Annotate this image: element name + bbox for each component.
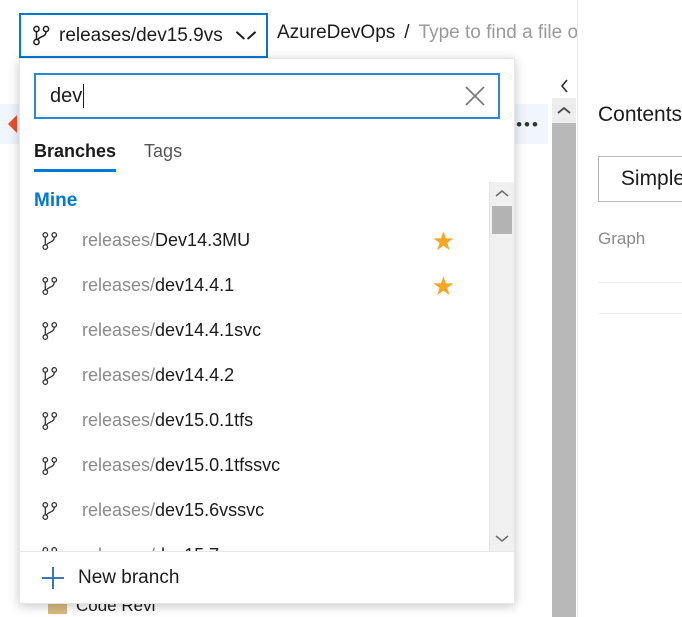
chevron-down-icon bbox=[238, 31, 254, 40]
branch-icon bbox=[42, 276, 58, 296]
chevron-up-icon bbox=[557, 102, 571, 120]
page-scrollbar[interactable] bbox=[552, 98, 576, 617]
branch-list-item-name: releases/dev15.0.1tfssvc bbox=[82, 455, 281, 475]
graph-label: Graph bbox=[598, 229, 646, 248]
branch-list-item-name: releases/dev14.4.2 bbox=[82, 365, 235, 385]
branch-icon bbox=[42, 546, 58, 551]
page-scroll-up-button[interactable] bbox=[552, 98, 576, 123]
branch-icon bbox=[33, 25, 50, 46]
branch-list-item[interactable]: releases/dev15.7 ★ bbox=[20, 533, 489, 551]
scrollbar-thumb[interactable] bbox=[492, 206, 512, 234]
branch-list-item-name: releases/dev14.4.1svc bbox=[82, 320, 262, 340]
branch-list: Mine releases/Dev14.3MU ★ releases/dev14… bbox=[20, 182, 489, 551]
favorite-star-icon[interactable]: ★ bbox=[432, 228, 455, 254]
row-more-actions-button[interactable]: ••• bbox=[514, 112, 542, 136]
close-icon bbox=[462, 83, 488, 109]
tab-branches[interactable]: Branches bbox=[34, 141, 117, 172]
branch-list-area: Mine releases/Dev14.3MU ★ releases/dev14… bbox=[20, 182, 514, 551]
app-root: ••• Code Revi releases/dev15.9vs AzureDe… bbox=[0, 0, 682, 617]
page-scrollbar-thumb[interactable] bbox=[552, 123, 576, 617]
chevron-up-icon bbox=[495, 185, 509, 203]
collapse-panel-button[interactable] bbox=[552, 78, 576, 98]
chevron-down-icon bbox=[495, 530, 509, 548]
branch-selector-label: releases/dev15.9vs bbox=[59, 24, 223, 46]
branch-list-item-name: releases/dev15.0.1tfs bbox=[82, 410, 254, 430]
new-branch-label: New branch bbox=[78, 566, 180, 588]
branch-icon bbox=[42, 501, 58, 521]
branch-list-item[interactable]: releases/Dev14.3MU ★ bbox=[20, 218, 489, 263]
scroll-down-button[interactable] bbox=[490, 527, 514, 551]
branch-group-header: Mine bbox=[34, 190, 78, 211]
branch-picker-popup: dev Branches Tags Mine releases/Dev14.3M… bbox=[19, 58, 515, 604]
branch-icon bbox=[42, 411, 58, 431]
branch-list-item-name: releases/dev14.4.1 bbox=[82, 275, 235, 295]
branch-icon bbox=[42, 321, 58, 341]
panel-divider bbox=[598, 313, 682, 314]
branch-list-item[interactable]: releases/dev15.6vssvc ★ bbox=[20, 488, 489, 533]
simple-view-button[interactable]: Simple bbox=[598, 156, 682, 202]
branch-search-field[interactable]: dev bbox=[34, 73, 500, 119]
branch-list-item[interactable]: releases/dev15.0.1tfs ★ bbox=[20, 398, 489, 443]
breadcrumb-separator: / bbox=[404, 22, 410, 43]
branch-list-item[interactable]: releases/dev14.4.1svc ★ bbox=[20, 308, 489, 353]
branch-list-item-name: releases/dev15.7 bbox=[82, 545, 432, 551]
popup-tabs: Branches Tags bbox=[34, 141, 514, 172]
branch-list-item[interactable]: releases/dev14.4.2 ★ bbox=[20, 353, 489, 398]
branch-icon bbox=[42, 456, 58, 476]
branch-icon bbox=[42, 231, 58, 251]
branch-selector-button[interactable]: releases/dev15.9vs bbox=[19, 13, 268, 58]
plus-icon bbox=[42, 566, 64, 589]
scroll-up-button[interactable] bbox=[490, 182, 514, 206]
branch-search-input[interactable]: dev bbox=[36, 75, 452, 117]
chevron-left-icon bbox=[560, 78, 569, 98]
branch-list-item-name: releases/dev15.6vssvc bbox=[82, 500, 265, 520]
contents-panel: Contents Simple Graph bbox=[577, 0, 682, 617]
text-caret bbox=[83, 84, 85, 108]
branch-list-scrollbar[interactable] bbox=[489, 182, 514, 551]
new-branch-button[interactable]: New branch bbox=[20, 551, 514, 603]
clear-search-button[interactable] bbox=[452, 75, 498, 117]
branch-icon bbox=[42, 366, 58, 386]
branch-list-item[interactable]: releases/dev14.4.1 ★ bbox=[20, 263, 489, 308]
active-row-pointer-icon bbox=[8, 115, 17, 133]
favorite-star-icon[interactable]: ★ bbox=[432, 273, 455, 299]
tab-tags[interactable]: Tags bbox=[144, 141, 182, 172]
branch-search-value: dev bbox=[50, 84, 83, 107]
branch-list-item-name: releases/Dev14.3MU bbox=[82, 230, 251, 250]
contents-panel-title: Contents bbox=[598, 103, 682, 126]
branch-list-item[interactable]: releases/dev15.0.1tfssvc ★ bbox=[20, 443, 489, 488]
panel-divider bbox=[598, 282, 682, 283]
breadcrumb-repo[interactable]: AzureDevOps bbox=[277, 22, 395, 44]
